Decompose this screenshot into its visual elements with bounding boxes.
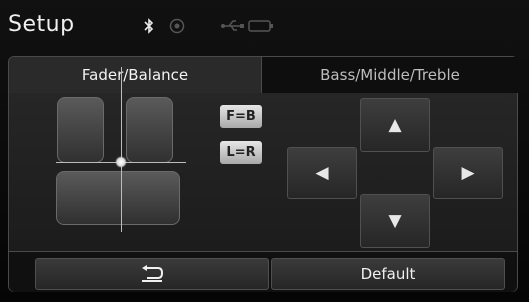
front-left-seat [57,97,104,163]
balance-center-button[interactable]: L=R [220,141,262,164]
sound-position-marker[interactable] [115,156,127,168]
right-arrow-icon: ▶ [461,163,475,183]
tab-fader-balance[interactable]: Fader/Balance [9,57,261,93]
right-button[interactable]: ▶ [433,147,503,199]
back-button[interactable] [35,258,269,290]
down-button[interactable]: ▼ [360,194,430,248]
balance-line [121,67,122,232]
up-arrow-icon: ▲ [388,115,402,135]
battery-icon [248,20,273,32]
top-bar: Setup [0,0,529,50]
bottom-bar: Default [9,251,517,292]
gps-icon [169,18,185,34]
page-title: Setup [8,12,75,37]
left-button[interactable]: ◀ [287,147,357,199]
usb-icon [221,20,244,31]
seat-diagram[interactable] [9,67,209,251]
down-arrow-icon: ▼ [388,211,402,231]
up-button[interactable]: ▲ [360,98,430,152]
setup-screen: Setup Fader/Balance Bass/Middle/Treble F… [0,0,529,302]
back-icon [142,265,164,282]
settings-panel: Fader/Balance Bass/Middle/Treble F=B L=R… [8,56,518,292]
fader-balance-content: F=B L=R ▲ ◀ ▶ ▼ [9,67,517,251]
left-arrow-icon: ◀ [315,163,329,183]
rear-seat [56,171,180,225]
tab-bass-middle-treble[interactable]: Bass/Middle/Treble [261,57,518,93]
bluetooth-icon [144,18,154,34]
fader-center-button[interactable]: F=B [220,105,262,128]
front-right-seat [126,97,173,163]
default-button[interactable]: Default [271,258,505,290]
